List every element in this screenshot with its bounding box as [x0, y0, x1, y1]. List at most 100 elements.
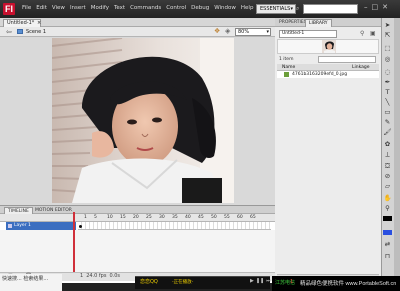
taskbar-left: 快速搜... 检索结果... — [0, 274, 62, 291]
subselection-tool-icon[interactable]: ⇱ — [383, 31, 392, 40]
menu-text[interactable]: Text — [114, 5, 125, 11]
edit-scene-icon[interactable]: ❖ — [214, 28, 222, 35]
zoom-tool-icon[interactable]: ⚲ — [383, 204, 392, 213]
tab-timeline[interactable]: TIMELINE — [4, 207, 33, 214]
window-controls: – □ ✕ — [364, 3, 388, 11]
pencil-tool-icon[interactable]: ✎ — [383, 118, 392, 127]
playhead[interactable] — [73, 212, 75, 272]
snap-icon[interactable]: ⊓ — [383, 252, 392, 261]
new-library-icon[interactable]: ▣ — [370, 30, 376, 37]
media-controls: ▶ ❚❚ ⏭ — [250, 278, 271, 284]
edit-symbol-icon[interactable]: ◈ — [225, 28, 233, 35]
taskbar-item-1[interactable]: 快速搜... — [2, 276, 22, 282]
menu-file[interactable]: File — [22, 5, 31, 11]
frame-number: 45 — [198, 215, 204, 220]
layer-1[interactable]: Layer 1 — [6, 222, 76, 230]
stroke-color-swatch[interactable] — [383, 216, 392, 221]
pen-tool-icon[interactable]: ✒ — [383, 78, 392, 87]
elapsed-time: 0.0s — [109, 273, 121, 279]
menu-modify[interactable]: Modify — [91, 5, 109, 11]
help-search-input[interactable] — [303, 4, 358, 14]
brush-tool-icon[interactable]: 🖌 — [383, 128, 392, 137]
next-icon[interactable]: ⏭ — [266, 278, 271, 284]
panel-collapse-strip[interactable] — [394, 18, 400, 285]
deco-tool-icon[interactable]: ✿ — [383, 140, 392, 149]
text-tool-icon[interactable]: T — [383, 88, 392, 97]
taskbar-item-2[interactable]: 检索结果... — [23, 276, 48, 282]
play-icon[interactable]: ▶ — [250, 278, 254, 284]
flash-app-window: Fl File Edit View Insert Modify Text Com… — [0, 0, 400, 291]
thumbnail-image — [322, 40, 336, 53]
menu-view[interactable]: View — [52, 5, 65, 11]
frame-cells[interactable] — [78, 222, 271, 230]
pause-icon[interactable]: ❚❚ — [256, 278, 264, 284]
scene-label: Scene 1 — [26, 29, 47, 35]
bone-tool-icon[interactable]: ⟂ — [383, 150, 392, 159]
pin-icon[interactable]: ⚲ — [360, 30, 364, 37]
close-tab-icon[interactable]: × — [37, 20, 41, 27]
library-item-count: 1 item — [279, 57, 294, 62]
menu-help[interactable]: Help — [241, 5, 254, 11]
library-thumbnail — [322, 40, 336, 53]
bitmap-icon — [284, 72, 289, 77]
maximize-button[interactable]: □ — [372, 3, 379, 11]
document-tab-label: Untitled-1* — [7, 20, 35, 26]
frame-number: 20 — [133, 215, 139, 220]
frame-rate: 24.0 fps — [86, 273, 107, 279]
frame-number: 60 — [237, 215, 243, 220]
menu-window[interactable]: Window — [214, 5, 236, 11]
minimize-button[interactable]: – — [364, 3, 368, 11]
3d-rotation-tool-icon[interactable]: ◎ — [383, 55, 392, 64]
layer-icon — [8, 224, 12, 228]
edit-bar: ⇦ Scene 1 ❖ ◈ 80% — [0, 27, 275, 37]
hand-tool-icon[interactable]: ✋ — [383, 194, 392, 203]
library-item-name: 4761b3163209efd_0.jpg — [292, 72, 348, 77]
fill-color-swatch[interactable] — [383, 230, 392, 235]
library-document-select[interactable]: Untitled-1 — [279, 30, 337, 38]
scene-icon — [17, 29, 23, 34]
menu-commands[interactable]: Commands — [130, 5, 161, 11]
frame-number: 40 — [185, 215, 191, 220]
zoom-select[interactable]: 80% — [235, 28, 271, 36]
media-title[interactable]: 恋恋QQ — [140, 278, 158, 285]
free-transform-tool-icon[interactable]: ⬚ — [383, 44, 392, 53]
keyframe[interactable] — [79, 225, 82, 228]
menu-control[interactable]: Control — [166, 5, 186, 11]
selection-tool-icon[interactable]: ➤ — [383, 21, 392, 30]
frame-number: 10 — [107, 215, 113, 220]
tab-motion-editor[interactable]: MOTION EDITOR — [32, 207, 75, 214]
frame-number: 25 — [146, 215, 152, 220]
line-tool-icon[interactable]: ╲ — [383, 98, 392, 107]
menu-edit[interactable]: Edit — [36, 5, 47, 11]
stage-photo[interactable] — [52, 38, 234, 203]
close-button[interactable]: ✕ — [382, 3, 388, 11]
main-menu: File Edit View Insert Modify Text Comman… — [22, 5, 253, 11]
column-name[interactable]: Name — [282, 64, 295, 71]
rectangle-tool-icon[interactable]: ▭ — [383, 108, 392, 117]
lasso-tool-icon[interactable]: ◌ — [383, 68, 392, 77]
frame-number: 30 — [159, 215, 165, 220]
tray-badge[interactable]: 1 — [290, 279, 293, 285]
document-tab-bar: Untitled-1* × — [0, 18, 275, 27]
paint-bucket-tool-icon[interactable]: ⛋ — [383, 162, 392, 171]
eraser-tool-icon[interactable]: ▱ — [383, 182, 392, 191]
column-linkage[interactable]: Linkage — [352, 64, 370, 71]
frame-number: 50 — [211, 215, 217, 220]
frame-number: 55 — [224, 215, 230, 220]
document-tab[interactable]: Untitled-1* × — [3, 19, 41, 27]
timeline-tab-bar: TIMELINE MOTION EDITOR — [0, 205, 275, 214]
workspace-switcher[interactable]: ESSENTIALS — [256, 4, 296, 14]
watermark-text: 精品绿色便携软件 www.PortableSoft.cn — [300, 281, 397, 287]
menu-insert[interactable]: Insert — [70, 5, 86, 11]
swap-colors-icon[interactable]: ⇄ — [383, 240, 392, 249]
frame-number: 35 — [172, 215, 178, 220]
frame-ruler[interactable]: 1 5 10 15 20 25 30 35 40 45 50 55 60 65 — [78, 214, 271, 222]
media-ticker: -正在播放- — [172, 280, 194, 285]
library-search-input[interactable] — [318, 56, 376, 63]
back-arrow-icon[interactable]: ⇦ — [6, 28, 12, 36]
tab-library[interactable]: LIBRARY — [305, 19, 332, 27]
search-icon: ⌕ — [296, 5, 300, 12]
tab-properties[interactable]: PROPERTIES — [279, 19, 307, 27]
menu-debug[interactable]: Debug — [191, 5, 209, 11]
eyedropper-tool-icon[interactable]: ⊘ — [383, 172, 392, 181]
